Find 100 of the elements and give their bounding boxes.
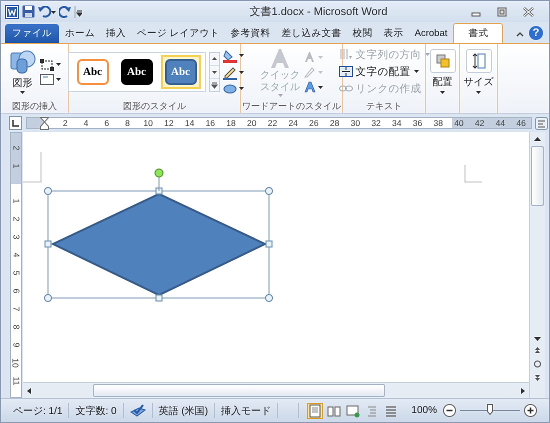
ruler-number: 2: [11, 146, 21, 150]
zoom-in-button[interactable]: [524, 404, 537, 417]
ruler-number: 46: [515, 118, 527, 128]
outline-button[interactable]: [222, 66, 244, 80]
size-button[interactable]: サイズ: [462, 49, 496, 94]
resize-handle[interactable]: [44, 294, 52, 302]
group-label: 図形の挿入: [12, 101, 57, 111]
ribbon-tab[interactable]: ホーム: [60, 24, 100, 43]
resize-handle[interactable]: [265, 294, 273, 302]
arrange-button[interactable]: 配置: [428, 49, 458, 94]
draft-view-icon: [384, 404, 398, 418]
resize-handle[interactable]: [265, 187, 273, 195]
resize-handle[interactable]: [156, 294, 162, 302]
view-button[interactable]: [345, 402, 362, 418]
status-text[interactable]: 挿入モード: [215, 403, 278, 418]
ruler-number: 10: [11, 358, 21, 368]
close-icon: [522, 6, 534, 16]
group-label: テキスト: [366, 101, 402, 111]
scroll-thumb[interactable]: [531, 146, 544, 206]
horizontal-scrollbar[interactable]: [23, 382, 529, 398]
ribbon-tab[interactable]: 書式: [453, 23, 504, 43]
reading-view-icon: [327, 404, 342, 418]
ruler-number: 20: [246, 118, 258, 128]
ribbon-tab[interactable]: 挿入: [101, 24, 131, 43]
ruler-number: 2: [11, 216, 21, 222]
collapse-ribbon-icon[interactable]: [516, 31, 524, 37]
customize-menu-icon[interactable]: [74, 6, 82, 18]
scroll-thumb[interactable]: [93, 384, 385, 397]
fill-button[interactable]: [222, 48, 244, 62]
style-swatch[interactable]: Abc: [160, 54, 200, 88]
ruler-number: 1: [11, 164, 21, 168]
ruler-number: 3: [11, 234, 21, 240]
resize-handle[interactable]: [156, 188, 162, 194]
vertical-ruler[interactable]: 2 1 1 2 3 4 5 6 7 8 9 10 11: [10, 132, 22, 398]
status-text[interactable]: 英語 (米国): [152, 403, 216, 418]
resize-handle[interactable]: [44, 240, 52, 248]
ribbon-tab[interactable]: 参考資料: [226, 24, 276, 43]
ruler-number: 5: [11, 270, 21, 276]
text-command[interactable]: 文字の配置: [338, 64, 430, 78]
vertical-scrollbar[interactable]: [529, 132, 545, 398]
effects-button[interactable]: [222, 82, 244, 94]
ruler-number: 1: [11, 198, 21, 204]
ribbon-tab[interactable]: 校閲: [348, 24, 378, 43]
zoom-level[interactable]: 100%: [407, 405, 443, 416]
tab-stop-icon: [12, 120, 19, 126]
vertical-text-icon: [338, 48, 352, 61]
browse-object-icon[interactable]: [533, 346, 542, 382]
rotation-handle[interactable]: [154, 168, 164, 192]
ruler-number: 38: [432, 118, 444, 128]
window-title: 文書1.docx - Microsoft Word: [248, 4, 388, 19]
zoom-slider-thumb[interactable]: [487, 404, 493, 415]
ruler-number: 14: [184, 118, 196, 128]
ruler-number: 8: [124, 118, 131, 128]
redo-icon[interactable]: [59, 6, 71, 18]
web-view-icon: [346, 404, 360, 418]
save-icon[interactable]: [22, 5, 35, 18]
ruler-number: 6: [103, 118, 110, 128]
caret-icon: [414, 70, 418, 73]
ruler-number: 26: [308, 118, 320, 128]
indent-marker-icon[interactable]: [40, 117, 49, 130]
ruler-number: 36: [412, 118, 424, 128]
undo-icon[interactable]: [38, 6, 56, 18]
group-label: ワードアートのスタイル: [242, 101, 341, 111]
view-ruler-icon[interactable]: [535, 116, 548, 130]
size-icon: [472, 53, 486, 69]
ribbon-tab[interactable]: ページ レイアウト: [132, 24, 225, 43]
horizontal-ruler[interactable]: 2 4 6 8 10 12 14 16 18 20 22 24 26 28 30 32 34 36 38 40 42 44 46: [26, 117, 532, 129]
margin-corner-mark: [23, 152, 42, 183]
status-text[interactable]: ページ: 1/1: [7, 403, 70, 418]
ruler-number: 16: [204, 118, 216, 128]
word-logo-icon[interactable]: [5, 4, 19, 18]
maximize-icon: [497, 6, 507, 16]
resize-handle[interactable]: [266, 240, 272, 248]
caret-icon: [278, 94, 282, 96]
ribbon-tab[interactable]: 差し込み文書: [276, 24, 347, 43]
text-box-button[interactable]: [40, 74, 60, 84]
scroll-down-icon[interactable]: [533, 336, 542, 342]
ruler-number: 7: [11, 306, 21, 312]
text-effects-icon[interactable]: [304, 80, 324, 92]
shapes-button[interactable]: 図形: [8, 49, 36, 94]
ruler-number: 12: [163, 118, 175, 128]
tab-stop-selector[interactable]: [9, 116, 22, 130]
proofing-icon[interactable]: [130, 404, 146, 418]
ruler-number: 30: [350, 118, 362, 128]
scroll-up-icon[interactable]: [533, 136, 542, 142]
edit-shape-button[interactable]: [40, 58, 60, 70]
ruler-number: 4: [11, 252, 21, 258]
caret-icon: [56, 63, 60, 66]
status-text[interactable]: 文字数: 0: [69, 403, 124, 418]
ribbon-tab[interactable]: 表示: [378, 24, 409, 43]
help-button[interactable]: ?: [529, 26, 543, 40]
zoom-out-button[interactable]: [443, 404, 456, 417]
caret-icon: [238, 87, 244, 90]
document-page[interactable]: [23, 132, 529, 382]
resize-handle[interactable]: [44, 187, 52, 195]
file-tab[interactable]: ファイル: [5, 24, 59, 43]
view-button[interactable]: [307, 402, 324, 418]
ribbon-tab[interactable]: Acrobat: [410, 24, 452, 43]
ruler-number: 28: [328, 118, 340, 128]
ruler-number: 4: [82, 118, 90, 128]
